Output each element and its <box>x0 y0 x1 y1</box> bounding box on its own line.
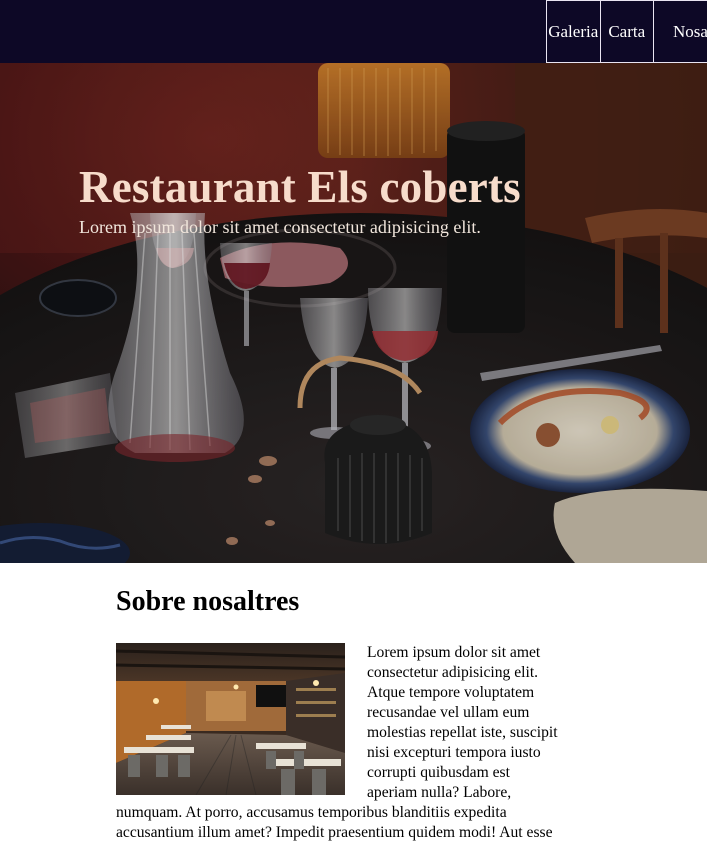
nav-item-nosaltres[interactable]: Nosaltres <box>653 0 707 63</box>
nav-item-carta[interactable]: Carta <box>599 0 653 63</box>
hero-title: Restaurant Els coberts <box>79 162 521 212</box>
main-nav: Galeria Carta Nosaltres <box>546 0 707 63</box>
hero-subtitle: Lorem ipsum dolor sit amet consectetur a… <box>79 217 481 237</box>
about-section: Lorem ipsum dolor sit amet consectetur a… <box>116 643 562 843</box>
top-nav-bar: Galeria Carta Nosaltres <box>0 0 707 63</box>
nav-item-galeria[interactable]: Galeria <box>546 0 600 63</box>
about-title: Sobre nosaltres <box>116 586 300 617</box>
hero-photo <box>0 63 707 563</box>
hero-section: Restaurant Els coberts Lorem ipsum dolor… <box>0 63 707 563</box>
restaurant-interior-image <box>116 643 345 795</box>
